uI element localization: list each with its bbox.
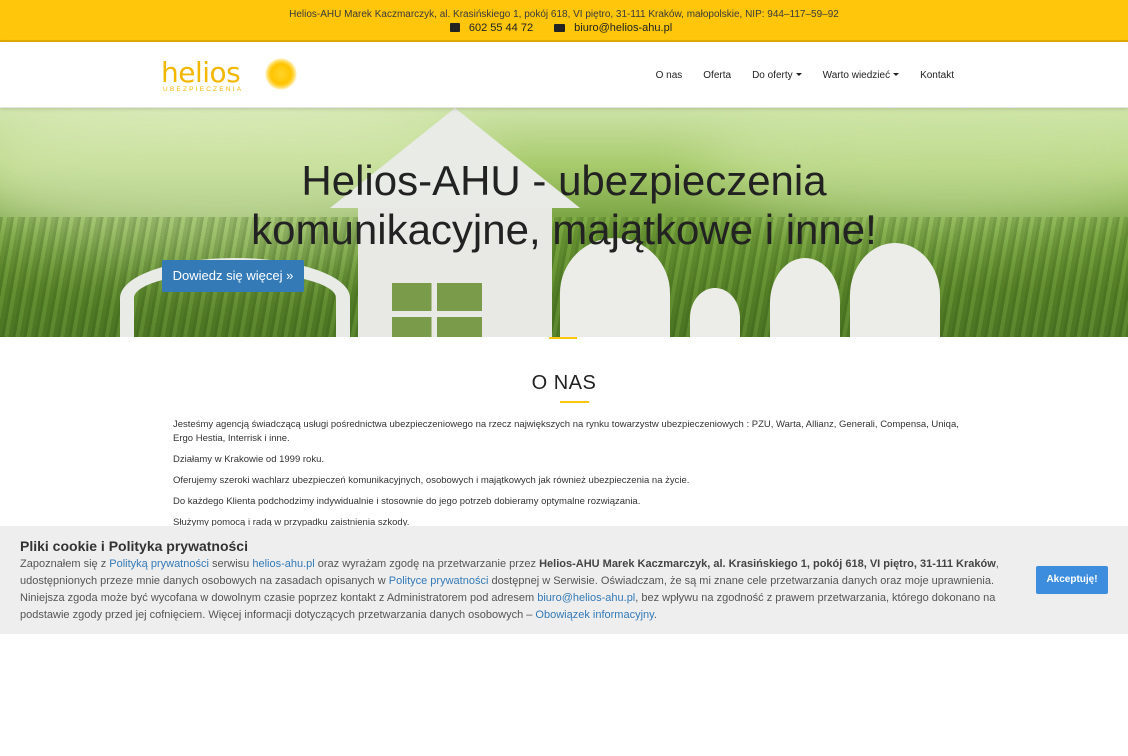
phone-link[interactable]: 602 55 44 72 — [449, 22, 539, 34]
cookie-consent-bar: Pliki cookie i Polityka prywatności Zapo… — [0, 526, 1128, 634]
about-paragraph: Jesteśmy agencją świadczącą usługi pośre… — [173, 419, 959, 444]
hero-banner: Helios-AHU - ubezpieczenia komunikacyjne… — [0, 108, 1128, 337]
hero-title-line: komunikacyjne, majątkowe i inne! — [251, 206, 877, 253]
privacy-policy-link-2[interactable]: Polityce prywatności — [389, 575, 489, 587]
logo-name: helios — [161, 56, 241, 89]
cookie-text-part: . — [653, 609, 657, 621]
nav-item-label: Warto wiedzieć — [822, 69, 891, 81]
about-paragraph: Działamy w Krakowie od 1999 roku. — [173, 454, 325, 465]
cookie-text-part: Zapoznałem się z — [20, 558, 110, 570]
hero-title-line: Helios-AHU - ubezpieczenia — [301, 157, 827, 204]
nav-item-do-oferty[interactable]: Do oferty — [752, 70, 802, 81]
information-obligation-link[interactable]: Obowiązek informacyjny — [535, 609, 653, 621]
nav-item-o-nas[interactable]: O nas — [656, 70, 683, 81]
top-info-bar: Helios-AHU Marek Kaczmarczyk, al. Krasiń… — [0, 0, 1128, 42]
hero-title: Helios-AHU - ubezpieczenia komunikacyjne… — [0, 156, 1128, 254]
navbar: helios UBEZPIECZENIA O nas Oferta Do ofe… — [0, 42, 1128, 108]
cookie-text-part: oraz wyrażam zgodę na przetwarzanie prze… — [314, 558, 540, 570]
nav-item-oferta[interactable]: Oferta — [703, 70, 731, 81]
house-window — [392, 283, 482, 337]
hero-accent-line — [549, 337, 577, 339]
caret-down-icon — [795, 72, 802, 76]
email-address: biuro@helios-ahu.pl — [574, 22, 673, 34]
cookie-text-part: serwisu — [208, 558, 253, 570]
section-title: O NAS — [531, 372, 597, 394]
phone-icon — [449, 23, 460, 32]
nav-item-kontakt[interactable]: Kontakt — [920, 70, 954, 81]
email-link[interactable]: biuro@helios-ahu.pl — [554, 22, 678, 34]
site-link[interactable]: helios-ahu.pl — [252, 558, 314, 570]
accept-cookies-button[interactable]: Akceptuję! — [1036, 566, 1108, 594]
logo-tagline: UBEZPIECZENIA — [163, 86, 244, 93]
about-text: Jesteśmy agencją świadczącą usługi pośre… — [173, 418, 973, 537]
envelope-icon — [554, 24, 566, 32]
sun-icon — [265, 58, 297, 90]
company-info: Helios-AHU Marek Kaczmarczyk, al. Krasiń… — [289, 9, 839, 20]
caret-down-icon — [893, 72, 900, 76]
administrator-name: Helios-AHU Marek Kaczmarczyk, al. Krasiń… — [539, 558, 996, 570]
cookie-text: Zapoznałem się z Polityką prywatności se… — [20, 556, 1026, 624]
section-underline — [560, 401, 589, 403]
logo[interactable]: helios UBEZPIECZENIA — [161, 56, 301, 96]
admin-email-link[interactable]: biuro@helios-ahu.pl — [537, 592, 635, 604]
contact-line: 602 55 44 72 biuro@helios-ahu.pl — [0, 22, 1128, 34]
nav-item-warto-wiedziec[interactable]: Warto wiedzieć — [822, 69, 900, 81]
main-menu: O nas Oferta Do oferty Warto wiedzieć Ko… — [635, 42, 954, 108]
privacy-policy-link[interactable]: Polityką prywatności — [109, 558, 209, 570]
cookie-title: Pliki cookie i Polityka prywatności — [20, 538, 248, 554]
about-paragraph: Oferujemy szeroki wachlarz ubezpieczeń k… — [173, 475, 690, 486]
nav-item-label: Do oferty — [752, 69, 793, 81]
paper-figure — [850, 243, 940, 337]
learn-more-button[interactable]: Dowiedz się więcej » — [162, 260, 304, 292]
about-paragraph: Do każdego Klienta podchodzimy indywidua… — [173, 496, 641, 507]
phone-number: 602 55 44 72 — [468, 22, 534, 34]
